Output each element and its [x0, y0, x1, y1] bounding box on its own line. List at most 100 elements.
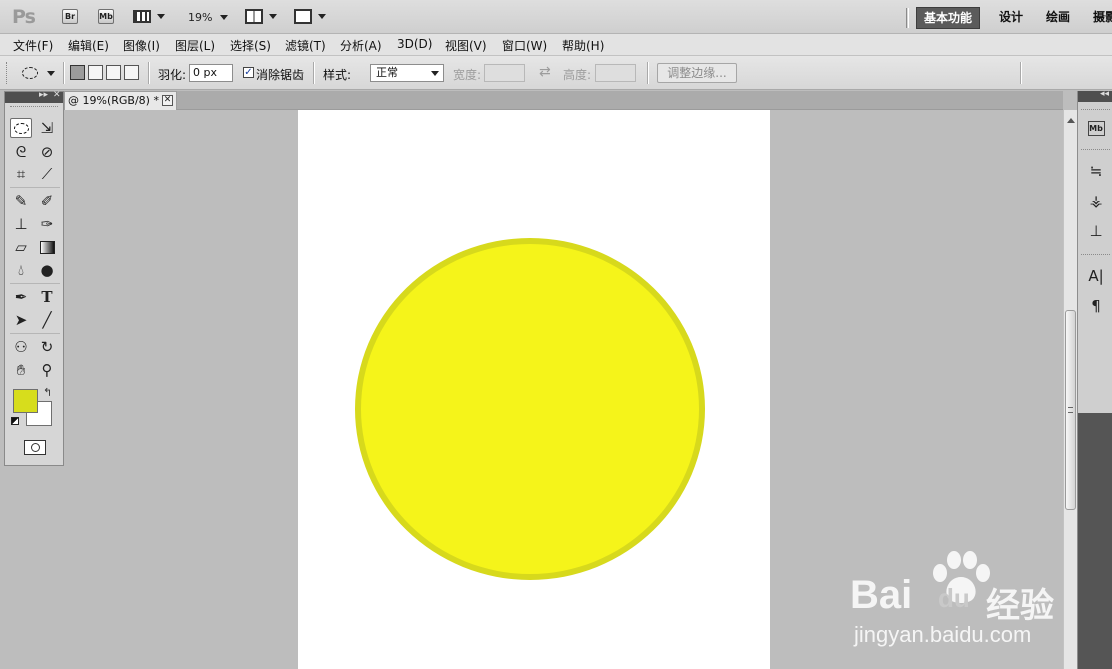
- tool-preset-picker[interactable]: [20, 64, 56, 82]
- intersect-selection-button[interactable]: [124, 65, 139, 80]
- document-tab[interactable]: @ 19%(RGB/8) * ✕: [64, 91, 177, 110]
- zoom-level: 19%: [188, 11, 213, 24]
- collapse-icon[interactable]: ▸▸: [39, 90, 48, 100]
- swap-dimensions-icon[interactable]: ⇄: [539, 64, 551, 80]
- refine-edge-button[interactable]: 调整边缘...: [657, 63, 737, 83]
- move-tool[interactable]: ⇲: [36, 118, 58, 138]
- 3d-rotate-icon: ⚇: [14, 338, 28, 356]
- clone-stamp-tool[interactable]: ⊥: [10, 214, 32, 234]
- clone-source-panel-button[interactable]: ⊥: [1085, 221, 1107, 241]
- default-colors-icon[interactable]: [11, 417, 19, 425]
- new-selection-button[interactable]: [70, 65, 85, 80]
- eraser-tool[interactable]: ▱: [10, 237, 32, 257]
- feather-label: 羽化:: [158, 68, 187, 82]
- divider: [10, 187, 60, 188]
- width-input[interactable]: [484, 64, 525, 82]
- tool-presets-panel-button[interactable]: ⚶: [1085, 191, 1107, 211]
- panel-grip[interactable]: [1081, 109, 1110, 111]
- panel-grip[interactable]: [1081, 149, 1110, 151]
- history-brush-tool[interactable]: ✑: [36, 214, 58, 234]
- paragraph-panel-button[interactable]: ¶: [1085, 296, 1107, 316]
- menu-help[interactable]: 帮助(H): [562, 37, 604, 54]
- close-icon[interactable]: ✕: [162, 95, 173, 106]
- feather-input[interactable]: 0 px: [189, 64, 233, 82]
- crop-icon: ⌗: [16, 165, 26, 183]
- 3d-rotate-tool[interactable]: ⚇: [10, 337, 32, 357]
- path-selection-tool[interactable]: ➤: [10, 310, 32, 330]
- menu-image[interactable]: 图像(I): [123, 37, 160, 54]
- bandage-icon: ✎: [14, 192, 28, 210]
- dock-header[interactable]: ◂◂: [1078, 89, 1112, 102]
- workspace-photography-button[interactable]: 摄影: [1086, 7, 1112, 29]
- dodge-tool[interactable]: ●: [36, 260, 58, 280]
- subtract-from-selection-button[interactable]: [106, 65, 121, 80]
- panel-grip[interactable]: [10, 106, 58, 108]
- view-extras-button[interactable]: [133, 9, 167, 25]
- options-bar-grip[interactable]: [6, 62, 9, 84]
- eraser-icon: ▱: [15, 238, 27, 256]
- launch-mini-bridge-button[interactable]: Mb: [98, 9, 114, 24]
- menu-edit[interactable]: 编辑(E): [68, 37, 109, 54]
- chevron-down-icon: [431, 71, 439, 76]
- workspace-design-button[interactable]: 设计: [992, 7, 1030, 29]
- lasso-tool[interactable]: ᘓ: [10, 142, 32, 162]
- scrollbar-thumb[interactable]: [1065, 310, 1076, 510]
- menu-layer[interactable]: 图层(L): [175, 37, 215, 54]
- zoom-level-dropdown[interactable]: 19%: [186, 8, 230, 26]
- panel-grip[interactable]: [1081, 254, 1110, 256]
- menu-select[interactable]: 选择(S): [230, 37, 271, 54]
- film-strip-icon: [133, 10, 151, 23]
- history-brush-icon: ✑: [40, 215, 54, 233]
- menu-3d[interactable]: 3D(D): [397, 37, 432, 51]
- scroll-up-icon[interactable]: [1067, 118, 1075, 123]
- elliptical-marquee-tool[interactable]: [10, 118, 32, 138]
- crop-tool[interactable]: ⌗: [10, 164, 32, 184]
- brush-presets-panel-button[interactable]: ≒: [1085, 161, 1107, 181]
- swap-colors-icon[interactable]: ↰: [43, 386, 52, 399]
- character-panel-button[interactable]: A|: [1085, 266, 1107, 286]
- brush-tool[interactable]: ✐: [36, 191, 58, 211]
- gradient-tool[interactable]: [36, 237, 58, 257]
- menu-analysis[interactable]: 分析(A): [340, 37, 382, 54]
- mini-bridge-panel-button[interactable]: Mb: [1085, 118, 1107, 138]
- blur-tool[interactable]: 💧︎: [10, 260, 32, 280]
- close-icon[interactable]: ✕: [53, 90, 61, 100]
- collapse-icon[interactable]: ◂◂: [1100, 89, 1109, 99]
- workspace-essentials-button[interactable]: 基本功能: [916, 7, 981, 29]
- zoom-tool[interactable]: ⚲: [36, 360, 58, 380]
- tools-panel: ▸▸ ✕ ⇲ ᘓ ⊘ ⌗ ⟋ ✎ ✐ ⊥ ✑ ▱ 💧︎ ● ✒ T ➤ ╱ ⚇ …: [4, 90, 64, 466]
- tool-options-bar: 羽化: 0 px ✓ 消除锯齿 样式: 正常 宽度: ⇄ 高度: 调整边缘...: [0, 56, 1112, 90]
- eyedropper-tool[interactable]: ⟋: [36, 164, 58, 184]
- pen-tool[interactable]: ✒: [10, 287, 32, 307]
- menu-window[interactable]: 窗口(W): [502, 37, 547, 54]
- 3d-orbit-tool[interactable]: ↻: [36, 337, 58, 357]
- screen-mode-icon: [294, 9, 312, 24]
- style-select[interactable]: 正常: [370, 64, 444, 82]
- height-input[interactable]: [595, 64, 636, 82]
- elliptical-marquee-icon: [13, 123, 29, 134]
- menu-filter[interactable]: 滤镜(T): [285, 37, 326, 54]
- menu-file[interactable]: 文件(F): [13, 37, 53, 54]
- quick-selection-tool[interactable]: ⊘: [36, 142, 58, 162]
- tools-panel-header[interactable]: ▸▸ ✕: [5, 90, 63, 103]
- launch-bridge-button[interactable]: Br: [62, 9, 78, 24]
- arrange-grid-icon: [245, 9, 263, 24]
- menu-view[interactable]: 视图(V): [445, 37, 487, 54]
- type-tool[interactable]: T: [36, 287, 58, 307]
- dock-empty-area: [1078, 413, 1112, 669]
- antialias-checkbox[interactable]: ✓: [243, 67, 254, 78]
- quick-mask-button[interactable]: [24, 440, 46, 455]
- style-select-value: 正常: [376, 66, 398, 79]
- foreground-color-swatch[interactable]: [13, 389, 38, 413]
- screen-mode-button[interactable]: [294, 8, 328, 26]
- workspace-painting-button[interactable]: 绘画: [1039, 7, 1077, 29]
- gradient-icon: [39, 241, 55, 254]
- line-tool[interactable]: ╱: [36, 310, 58, 330]
- document-canvas[interactable]: [298, 110, 770, 669]
- vertical-scrollbar[interactable]: [1063, 110, 1077, 669]
- add-to-selection-button[interactable]: [88, 65, 103, 80]
- spot-healing-tool[interactable]: ✎: [10, 191, 32, 211]
- hand-tool[interactable]: ✋︎: [10, 360, 32, 380]
- chevron-down-icon: [269, 14, 277, 19]
- arrange-documents-button[interactable]: [245, 8, 279, 26]
